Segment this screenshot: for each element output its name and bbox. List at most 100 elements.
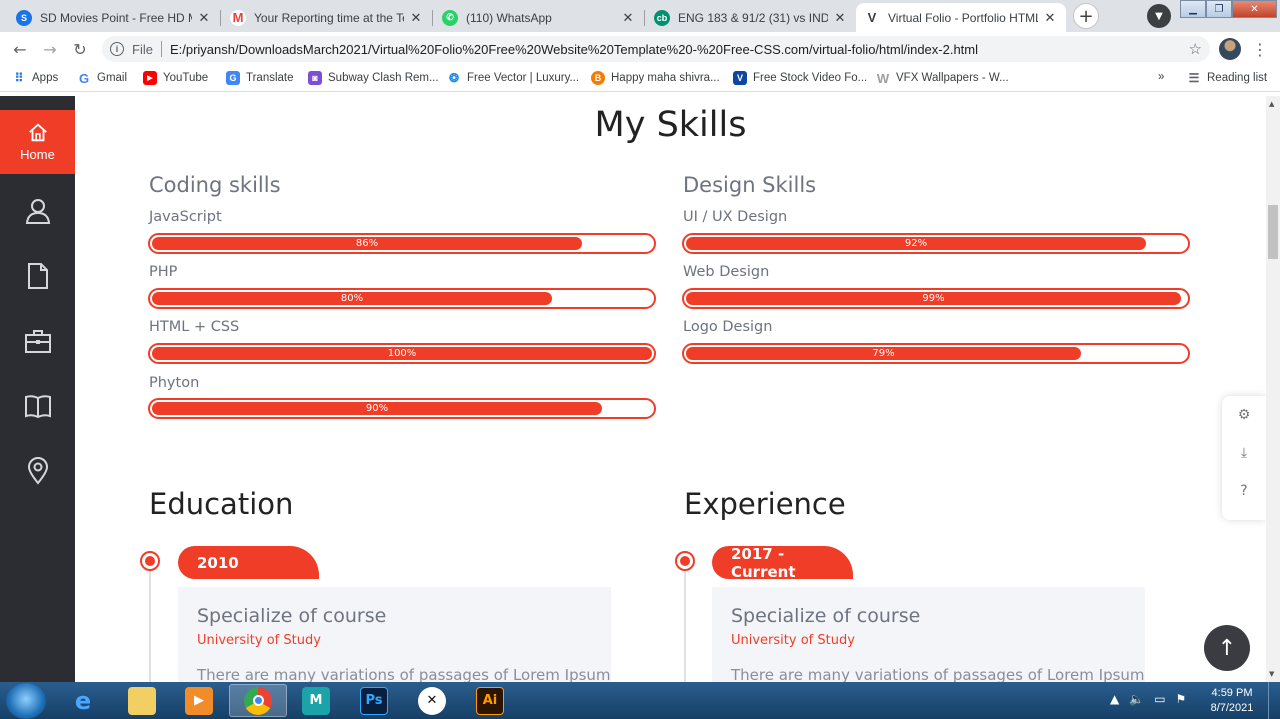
back-icon[interactable]: ← — [10, 39, 30, 59]
tab-virtual-folio[interactable]: V Virtual Folio - Portfolio HTML5 ✕ — [856, 3, 1066, 32]
bookmark-star-icon[interactable]: ☆ — [1189, 40, 1202, 58]
tab-cricbuzz[interactable]: cb ENG 183 & 91/2 (31) vs IND 2 ✕ — [646, 3, 856, 32]
taskbar-chrome[interactable] — [229, 684, 287, 717]
skill-bar-fill: 86% — [152, 237, 582, 250]
forward-icon[interactable]: → — [40, 39, 60, 59]
tab-title: ENG 183 & 91/2 (31) vs IND 2 — [678, 10, 828, 25]
taskbar-illustrator[interactable]: Ai — [461, 684, 519, 717]
tab-search-icon[interactable]: ▼ — [1147, 4, 1171, 28]
skill-bar-fill: 80% — [152, 292, 552, 305]
bookmark-vfx[interactable]: W VFX Wallpapers - W... — [876, 70, 1009, 86]
folder-icon — [128, 686, 156, 715]
show-desktop-button[interactable] — [1268, 682, 1280, 719]
page-scrollbar[interactable]: ▲ ▼ — [1266, 96, 1280, 682]
tab-gmail[interactable]: M Your Reporting time at the Tes ✕ — [222, 3, 432, 32]
wallpaper-icon: W — [876, 70, 890, 86]
course-description: There are many variations of passages of… — [197, 666, 611, 682]
freepik-icon: ❂ — [448, 71, 460, 85]
tab-title: SD Movies Point - Free HD Mo — [40, 10, 192, 25]
course-title: Specialize of course — [731, 605, 921, 627]
reading-list-button[interactable]: ☰ Reading list — [1187, 71, 1267, 85]
url-text[interactable]: E:/priyansh/DownloadsMarch2021/Virtual%2… — [170, 42, 978, 57]
sidebar: Home — [0, 96, 75, 682]
education-year-badge: 2010 — [178, 546, 319, 579]
action-center-icon[interactable]: ⚑ — [1176, 692, 1187, 706]
tab-sdmovies[interactable]: S SD Movies Point - Free HD Mo ✕ — [8, 3, 220, 32]
minimize-button[interactable]: ▁ — [1180, 0, 1206, 18]
sidebar-item-blog[interactable] — [0, 374, 75, 438]
close-tab-icon[interactable]: ✕ — [620, 10, 636, 26]
scroll-up-icon[interactable]: ▲ — [1269, 100, 1274, 108]
bookmark-youtube[interactable]: ▶ YouTube — [143, 71, 208, 85]
download-icon[interactable]: ⤓ — [1222, 434, 1266, 472]
sidebar-item-portfolio[interactable] — [0, 309, 75, 373]
info-icon[interactable]: i — [110, 42, 124, 56]
start-button[interactable] — [6, 683, 46, 719]
bookmark-stockvideo[interactable]: V Free Stock Video Fo... — [733, 71, 867, 85]
taskbar-maya[interactable]: M — [287, 684, 345, 717]
school-name[interactable]: University of Study — [197, 633, 592, 648]
tab-whatsapp[interactable]: ✆ (110) WhatsApp ✕ — [434, 3, 644, 32]
close-tab-icon[interactable]: ✕ — [1042, 10, 1058, 26]
translate-icon: G — [226, 71, 240, 85]
videvo-icon: V — [733, 71, 747, 85]
bookmark-apps[interactable]: ⠿ Apps — [12, 71, 59, 85]
close-tab-icon[interactable]: ✕ — [832, 10, 848, 26]
location-pin-icon — [27, 457, 48, 485]
skill-percent: 99% — [922, 293, 945, 304]
scroll-down-icon[interactable]: ▼ — [1269, 670, 1274, 678]
taskbar-file-explorer[interactable] — [113, 684, 171, 717]
volume-icon[interactable]: 🔈 — [1129, 692, 1144, 706]
more-bookmarks-button[interactable]: » — [1158, 71, 1164, 83]
bookmark-shivratri[interactable]: B Happy maha shivra... — [591, 71, 720, 85]
xbox-icon: ✕ — [418, 686, 446, 715]
bookmark-gmail[interactable]: G Gmail — [77, 71, 127, 86]
skill-percent: 80% — [340, 293, 364, 304]
sidebar-item-resume[interactable] — [0, 244, 75, 308]
bookmark-translate[interactable]: G Translate — [226, 71, 294, 85]
menu-icon[interactable]: ⋮ — [1252, 40, 1268, 59]
tray-expand-icon[interactable]: ▲ — [1110, 692, 1119, 706]
sidebar-item-about[interactable] — [0, 179, 75, 243]
experience-heading: Experience — [684, 487, 846, 521]
bookmark-label: Subway Clash Rem... — [328, 72, 439, 84]
taskbar-media-player[interactable]: ▶ — [170, 684, 228, 717]
sidebar-item-contact[interactable] — [0, 439, 75, 503]
skill-name: UI / UX Design — [683, 209, 788, 225]
network-icon[interactable]: ▭ — [1154, 692, 1165, 706]
maximize-button[interactable]: ❐ — [1206, 0, 1232, 18]
bookmark-freevector[interactable]: ❂ Free Vector | Luxury... — [447, 71, 579, 85]
close-window-button[interactable]: ✕ — [1232, 0, 1277, 18]
scroll-to-top-button[interactable]: ↑ — [1204, 625, 1250, 671]
skill-name: PHP — [149, 264, 178, 280]
close-tab-icon[interactable]: ✕ — [408, 10, 424, 26]
course-description: There are many variations of passages of… — [731, 666, 1145, 682]
skill-name: Phyton — [149, 375, 200, 391]
chrome-icon — [244, 686, 272, 715]
reload-icon[interactable]: ↻ — [70, 39, 90, 59]
bookmark-label: Happy maha shivra... — [611, 72, 720, 84]
sidebar-item-home[interactable]: Home — [0, 110, 75, 174]
help-icon[interactable]: ? — [1222, 472, 1266, 510]
skill-bar-fill: 79% — [686, 347, 1081, 360]
design-skills-heading: Design Skills — [683, 173, 817, 197]
experience-card: Specialize of course University of Study… — [712, 587, 1145, 682]
skill-bar: 90% — [148, 398, 656, 419]
taskbar-xbox[interactable]: ✕ — [403, 684, 461, 717]
close-tab-icon[interactable]: ✕ — [196, 10, 212, 26]
bookmark-label: YouTube — [163, 72, 209, 84]
clock-date: 8/7/2021 — [1210, 702, 1254, 714]
skill-bar-fill: 99% — [686, 292, 1181, 305]
school-name[interactable]: University of Study — [731, 633, 1126, 648]
scrollbar-thumb[interactable] — [1268, 205, 1278, 259]
taskbar-internet-explorer[interactable]: e — [54, 684, 112, 717]
settings-gear-icon[interactable]: ⚙ — [1222, 396, 1266, 434]
taskbar-clock[interactable]: 4:59 PM 8/7/2021 — [1200, 686, 1264, 716]
taskbar-photoshop[interactable]: Ps — [345, 684, 403, 717]
new-tab-button[interactable]: + — [1073, 3, 1099, 29]
tab-title: Virtual Folio - Portfolio HTML5 — [888, 10, 1038, 25]
address-bar[interactable]: i File E:/priyansh/DownloadsMarch2021/Vi… — [102, 36, 1210, 62]
bookmark-subway[interactable]: ◙ Subway Clash Rem... — [308, 71, 439, 85]
profile-avatar[interactable] — [1219, 38, 1241, 60]
internet-explorer-icon: e — [74, 686, 92, 715]
